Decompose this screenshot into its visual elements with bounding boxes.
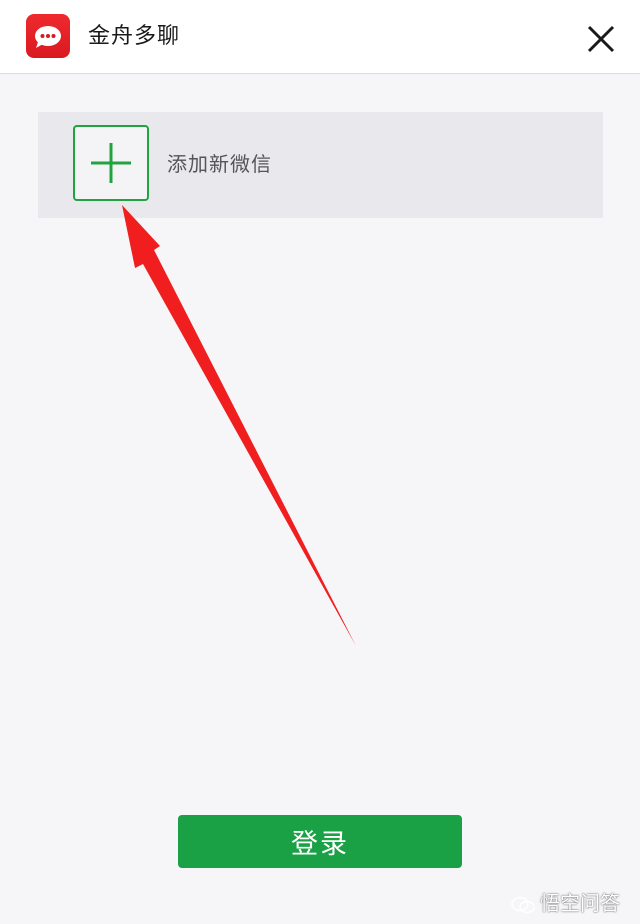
- account-list: 添加新微信: [38, 112, 603, 218]
- close-icon: [587, 25, 615, 53]
- watermark: 悟空问答: [510, 888, 620, 918]
- app-title: 金舟多聊: [88, 24, 181, 49]
- title-bar: 金舟多聊: [0, 0, 640, 74]
- watermark-text: 悟空问答: [540, 891, 620, 915]
- plus-icon: [91, 143, 131, 183]
- add-account-button[interactable]: [73, 125, 149, 201]
- chat-bubble-icon: [511, 896, 535, 913]
- login-button[interactable]: 登录: [178, 815, 462, 868]
- add-account-label: 添加新微信: [167, 152, 272, 176]
- add-account-item[interactable]: 添加新微信: [38, 112, 603, 218]
- app-logo-icon: [26, 14, 70, 58]
- close-button[interactable]: [582, 20, 620, 58]
